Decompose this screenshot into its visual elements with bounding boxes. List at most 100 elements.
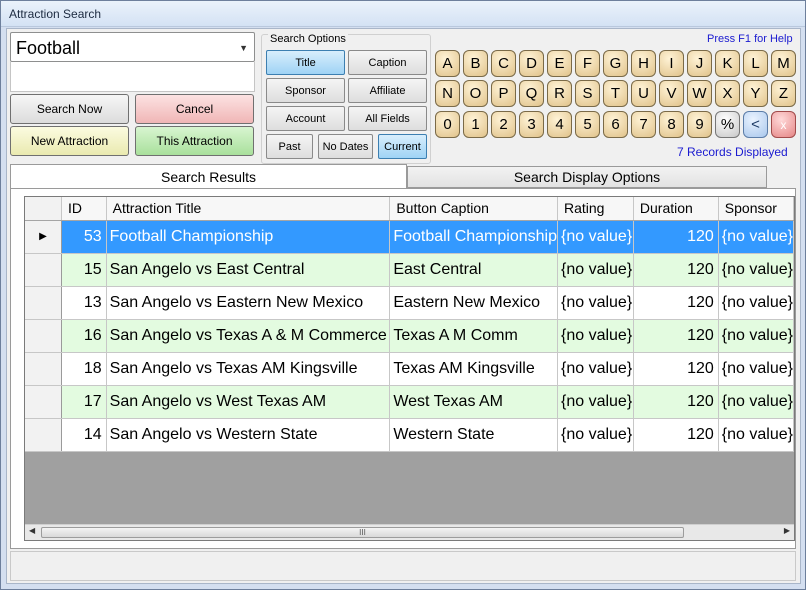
key-v[interactable]: V	[659, 80, 684, 107]
search-now-button[interactable]: Search Now	[10, 94, 129, 124]
key-7[interactable]: 7	[631, 111, 656, 138]
row-header[interactable]	[25, 286, 62, 320]
key-z[interactable]: Z	[771, 80, 796, 107]
this-attraction-button[interactable]: This Attraction	[135, 126, 254, 156]
key-1[interactable]: 1	[463, 111, 488, 138]
attraction-combo[interactable]: Football ▼	[10, 32, 255, 62]
cell-rating: {no value}	[557, 286, 634, 320]
key-p[interactable]: P	[491, 80, 516, 107]
option-past[interactable]: Past	[266, 134, 313, 159]
combo-value: Football	[16, 38, 81, 58]
row-header[interactable]	[25, 352, 62, 386]
key-o[interactable]: O	[463, 80, 488, 107]
search-options-group: Search Options Title Caption Sponsor Aff…	[261, 33, 431, 164]
col-header-title[interactable]: Attraction Title	[106, 197, 391, 221]
option-account[interactable]: Account	[266, 106, 345, 131]
col-header-caption[interactable]: Button Caption	[389, 197, 558, 221]
key-j[interactable]: J	[687, 50, 712, 77]
option-all-fields[interactable]: All Fields	[348, 106, 427, 131]
key-f[interactable]: F	[575, 50, 600, 77]
key-4[interactable]: 4	[547, 111, 572, 138]
key-6[interactable]: 6	[603, 111, 628, 138]
combo-list-area	[10, 62, 255, 92]
key-5[interactable]: 5	[575, 111, 600, 138]
row-header[interactable]	[25, 253, 62, 287]
key-3[interactable]: 3	[519, 111, 544, 138]
cell-id: 17	[61, 385, 107, 419]
scroll-left-icon[interactable]: ◀	[29, 526, 35, 535]
cell-rating: {no value}	[557, 220, 634, 254]
option-sponsor[interactable]: Sponsor	[266, 78, 345, 103]
cell-caption: West Texas AM	[389, 385, 558, 419]
key-a[interactable]: A	[435, 50, 460, 77]
key-i[interactable]: I	[659, 50, 684, 77]
scroll-right-icon[interactable]: ▶	[784, 526, 790, 535]
scrollbar-grip: III	[359, 528, 366, 537]
tab-search-display-options[interactable]: Search Display Options	[407, 166, 767, 188]
option-current[interactable]: Current	[378, 134, 427, 159]
key-backspace[interactable]: <	[743, 111, 768, 138]
key-h[interactable]: H	[631, 50, 656, 77]
title-bar[interactable]: Attraction Search	[1, 1, 805, 27]
col-header-id[interactable]: ID	[61, 197, 107, 221]
key-2[interactable]: 2	[491, 111, 516, 138]
key-g[interactable]: G	[603, 50, 628, 77]
key-clear[interactable]: x	[771, 111, 796, 138]
option-title[interactable]: Title	[266, 50, 345, 75]
key-l[interactable]: L	[743, 50, 768, 77]
key-q[interactable]: Q	[519, 80, 544, 107]
key-0[interactable]: 0	[435, 111, 460, 138]
key-y[interactable]: Y	[743, 80, 768, 107]
key-k[interactable]: K	[715, 50, 740, 77]
row-header[interactable]	[25, 385, 62, 419]
results-grid[interactable]: ID Attraction Title Button Caption Ratin…	[24, 196, 795, 541]
cell-title: San Angelo vs East Central	[106, 253, 391, 287]
row-header[interactable]	[25, 418, 62, 452]
new-attraction-button[interactable]: New Attraction	[10, 126, 129, 156]
col-header-sponsor[interactable]: Sponsor	[718, 197, 794, 221]
cell-sponsor: {no value}	[718, 253, 794, 287]
key-n[interactable]: N	[435, 80, 460, 107]
key-8[interactable]: 8	[659, 111, 684, 138]
table-row[interactable]: 14 San Angelo vs Western State Western S…	[25, 418, 794, 452]
key-t[interactable]: T	[603, 80, 628, 107]
key-e[interactable]: E	[547, 50, 572, 77]
col-header-duration[interactable]: Duration	[633, 197, 719, 221]
cell-sponsor: {no value}	[718, 418, 794, 452]
tab-search-results[interactable]: Search Results	[10, 164, 407, 189]
table-row[interactable]: 18 San Angelo vs Texas AM Kingsville Tex…	[25, 352, 794, 386]
table-row[interactable]: 17 San Angelo vs West Texas AM West Texa…	[25, 385, 794, 419]
horizontal-scrollbar[interactable]: ◀ III ▶	[25, 524, 794, 540]
grid-header-row: ID Attraction Title Button Caption Ratin…	[25, 197, 794, 221]
key-x[interactable]: X	[715, 80, 740, 107]
option-caption[interactable]: Caption	[348, 50, 427, 75]
row-header-corner	[25, 197, 62, 221]
chevron-down-icon[interactable]: ▼	[239, 43, 248, 53]
client-area: Football ▼ Search Now Cancel New Attract…	[6, 28, 801, 584]
option-affiliate[interactable]: Affiliate	[348, 78, 427, 103]
key-d[interactable]: D	[519, 50, 544, 77]
cell-caption: Texas A M Comm	[389, 319, 558, 353]
cancel-button[interactable]: Cancel	[135, 94, 254, 124]
key-m[interactable]: M	[771, 50, 796, 77]
col-header-rating[interactable]: Rating	[557, 197, 634, 221]
cell-duration: 120	[633, 352, 719, 386]
table-row[interactable]: 16 San Angelo vs Texas A & M Commerce Te…	[25, 319, 794, 353]
table-row[interactable]: ▶ 53 Football Championship Football Cham…	[25, 220, 794, 254]
row-header[interactable]	[25, 319, 62, 353]
table-row[interactable]: 13 San Angelo vs Eastern New Mexico East…	[25, 286, 794, 320]
key-9[interactable]: 9	[687, 111, 712, 138]
key-s[interactable]: S	[575, 80, 600, 107]
scrollbar-thumb[interactable]: III	[41, 527, 684, 538]
key-w[interactable]: W	[687, 80, 712, 107]
key-b[interactable]: B	[463, 50, 488, 77]
cell-title: San Angelo vs West Texas AM	[106, 385, 391, 419]
table-row[interactable]: 15 San Angelo vs East Central East Centr…	[25, 253, 794, 287]
cell-id: 14	[61, 418, 107, 452]
key-percent[interactable]: %	[715, 111, 740, 138]
key-r[interactable]: R	[547, 80, 572, 107]
option-no-dates[interactable]: No Dates	[318, 134, 373, 159]
key-u[interactable]: U	[631, 80, 656, 107]
key-c[interactable]: C	[491, 50, 516, 77]
cell-caption: Texas AM Kingsville	[389, 352, 558, 386]
